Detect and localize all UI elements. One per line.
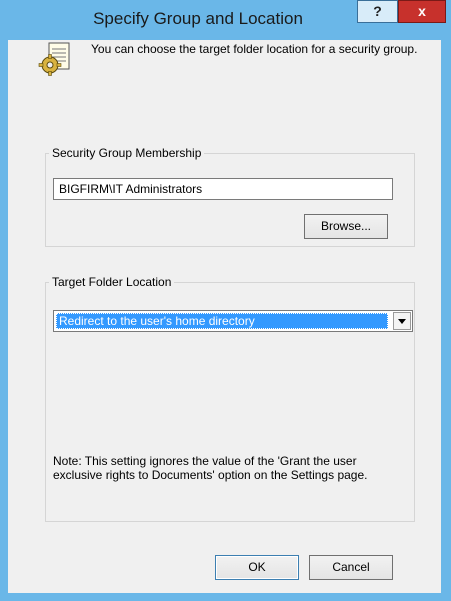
cancel-button[interactable]: Cancel [309, 555, 393, 580]
browse-button[interactable]: Browse... [304, 214, 388, 239]
security-group-input[interactable]: BIGFIRM\IT Administrators [53, 178, 393, 200]
help-button[interactable]: ? [357, 0, 398, 23]
close-button[interactable]: x [398, 0, 446, 23]
title-bar[interactable]: Specify Group and Location ? x [0, 0, 451, 40]
folder-gear-icon [38, 42, 70, 76]
info-description: You can choose the target folder locatio… [91, 42, 418, 56]
ok-button[interactable]: OK [215, 555, 299, 580]
selected-option: Redirect to the user's home directory [56, 313, 388, 329]
chevron-down-icon[interactable] [393, 312, 411, 330]
target-folder-location-dropdown[interactable]: Redirect to the user's home directory [53, 310, 413, 332]
settings-note: Note: This setting ignores the value of … [53, 454, 368, 482]
dialog-title: Specify Group and Location [93, 9, 303, 28]
target-folder-location-legend: Target Folder Location [52, 275, 172, 289]
security-group-membership-legend: Security Group Membership [52, 146, 202, 160]
